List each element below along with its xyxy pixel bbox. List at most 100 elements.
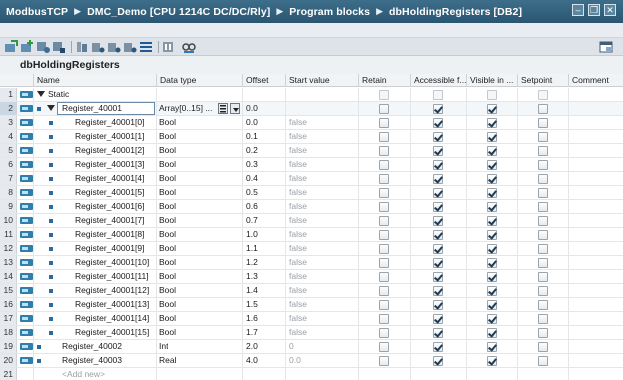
name-cell[interactable]: Register_40001[13] xyxy=(75,298,149,311)
table-row[interactable]: 4 Register_40001[1] Bool 0.1 false xyxy=(0,130,623,144)
name-cell[interactable]: Register_40002 xyxy=(62,340,122,353)
start-value-cell[interactable]: false xyxy=(289,228,307,241)
accessible-checkbox[interactable] xyxy=(433,244,443,254)
row-interface-icon[interactable] xyxy=(20,160,33,169)
visible-checkbox[interactable] xyxy=(487,118,497,128)
breadcrumb-block[interactable]: dbHoldingRegisters [DB2] xyxy=(389,6,522,18)
visible-checkbox[interactable] xyxy=(487,104,497,114)
row-interface-icon[interactable] xyxy=(20,300,33,309)
data-type-cell[interactable]: Bool xyxy=(159,284,176,297)
data-type-cell[interactable]: Bool xyxy=(159,270,176,283)
setpoint-checkbox[interactable] xyxy=(538,160,548,170)
row-interface-icon[interactable] xyxy=(20,258,33,267)
visible-checkbox[interactable] xyxy=(487,314,497,324)
accessible-checkbox[interactable] xyxy=(433,202,443,212)
keep-values-icon[interactable] xyxy=(162,40,176,54)
table-row[interactable]: 21 <Add new> xyxy=(0,368,623,380)
name-cell[interactable]: Register_40001[15] xyxy=(75,326,149,339)
data-type-cell[interactable]: Bool xyxy=(159,200,176,213)
initialize-setpoints-icon[interactable] xyxy=(123,40,137,54)
header-retain[interactable]: Retain xyxy=(358,74,410,87)
name-cell[interactable]: <Add new> xyxy=(62,368,105,380)
retain-checkbox[interactable] xyxy=(379,230,389,240)
start-value-cell[interactable]: false xyxy=(289,298,307,311)
setpoint-checkbox[interactable] xyxy=(538,104,548,114)
data-type-cell[interactable]: Bool xyxy=(159,172,176,185)
row-interface-icon[interactable] xyxy=(20,230,33,239)
start-value-cell[interactable]: false xyxy=(289,326,307,339)
accessible-checkbox[interactable] xyxy=(433,314,443,324)
table-row[interactable]: 9 Register_40001[6] Bool 0.6 false xyxy=(0,200,623,214)
table-row[interactable]: 8 Register_40001[5] Bool 0.5 false xyxy=(0,186,623,200)
header-offset[interactable]: Offset xyxy=(242,74,285,87)
data-type-cell[interactable]: Int xyxy=(159,340,168,353)
header-data-type[interactable]: Data type xyxy=(156,74,242,87)
array-editor-button[interactable] xyxy=(218,103,228,114)
retain-checkbox[interactable] xyxy=(379,132,389,142)
header-accessible[interactable]: Accessible f... xyxy=(410,74,466,87)
start-value-cell[interactable]: false xyxy=(289,172,307,185)
name-cell[interactable]: Register_40001[0] xyxy=(75,116,144,129)
retain-checkbox[interactable] xyxy=(379,118,389,128)
setpoint-checkbox[interactable] xyxy=(538,342,548,352)
name-cell[interactable]: Register_40001[3] xyxy=(75,158,144,171)
name-cell[interactable]: Register_40001[5] xyxy=(75,186,144,199)
add-row-icon[interactable] xyxy=(20,40,34,54)
load-start-values-icon[interactable] xyxy=(107,40,121,54)
start-value-cell[interactable]: false xyxy=(289,144,307,157)
table-row[interactable]: 1 Static xyxy=(0,88,623,102)
accessible-checkbox[interactable] xyxy=(433,300,443,310)
row-interface-icon[interactable] xyxy=(20,314,33,323)
name-cell[interactable]: Register_40001[6] xyxy=(75,200,144,213)
name-cell[interactable]: Register_40001[9] xyxy=(75,242,144,255)
setpoint-checkbox[interactable] xyxy=(538,216,548,226)
row-interface-icon[interactable] xyxy=(20,216,33,225)
start-value-cell[interactable]: false xyxy=(289,214,307,227)
row-interface-icon[interactable] xyxy=(20,104,33,113)
visible-checkbox[interactable] xyxy=(487,230,497,240)
row-interface-icon[interactable] xyxy=(20,146,33,155)
setpoint-checkbox[interactable] xyxy=(538,328,548,338)
retain-checkbox[interactable] xyxy=(379,146,389,156)
visible-checkbox[interactable] xyxy=(487,146,497,156)
row-interface-icon[interactable] xyxy=(20,342,33,351)
expand-triangle-icon[interactable] xyxy=(47,105,55,111)
visible-checkbox[interactable] xyxy=(487,244,497,254)
row-interface-icon[interactable] xyxy=(20,118,33,127)
row-interface-icon[interactable] xyxy=(20,174,33,183)
breadcrumb-program-blocks[interactable]: Program blocks xyxy=(289,6,370,18)
close-button[interactable]: ✕ xyxy=(604,4,616,16)
accessible-checkbox[interactable] xyxy=(433,118,443,128)
retain-checkbox[interactable] xyxy=(379,286,389,296)
row-interface-icon[interactable] xyxy=(20,272,33,281)
accessible-checkbox[interactable] xyxy=(433,286,443,296)
accessible-checkbox[interactable] xyxy=(433,146,443,156)
row-interface-icon[interactable] xyxy=(20,202,33,211)
retain-checkbox[interactable] xyxy=(379,188,389,198)
visible-checkbox[interactable] xyxy=(487,132,497,142)
setpoint-checkbox[interactable] xyxy=(538,272,548,282)
accessible-checkbox[interactable] xyxy=(433,104,443,114)
data-type-cell[interactable]: Array[0..15] ... xyxy=(159,102,212,115)
table-row[interactable]: 18 Register_40001[15] Bool 1.7 false xyxy=(0,326,623,340)
header-start-value[interactable]: Start value xyxy=(285,74,358,87)
table-row[interactable]: 20 Register_40003 Real 4.0 0.0 xyxy=(0,354,623,368)
window-layout-icon[interactable] xyxy=(599,40,613,54)
accessible-checkbox[interactable] xyxy=(433,258,443,268)
accessible-checkbox[interactable] xyxy=(433,230,443,240)
row-interface-icon[interactable] xyxy=(20,90,33,99)
accessible-checkbox[interactable] xyxy=(433,132,443,142)
table-row[interactable]: 13 Register_40001[10] Bool 1.2 false xyxy=(0,256,623,270)
data-type-cell[interactable]: Bool xyxy=(159,158,176,171)
accessible-checkbox[interactable] xyxy=(433,174,443,184)
accessible-checkbox[interactable] xyxy=(433,160,443,170)
retain-checkbox[interactable] xyxy=(379,356,389,366)
accessible-checkbox[interactable] xyxy=(433,328,443,338)
setpoint-checkbox[interactable] xyxy=(538,314,548,324)
data-type-cell[interactable]: Bool xyxy=(159,242,176,255)
row-interface-icon[interactable] xyxy=(20,286,33,295)
visible-checkbox[interactable] xyxy=(487,202,497,212)
table-row[interactable]: 16 Register_40001[13] Bool 1.5 false xyxy=(0,298,623,312)
setpoint-checkbox[interactable] xyxy=(538,356,548,366)
start-value-cell[interactable]: false xyxy=(289,256,307,269)
